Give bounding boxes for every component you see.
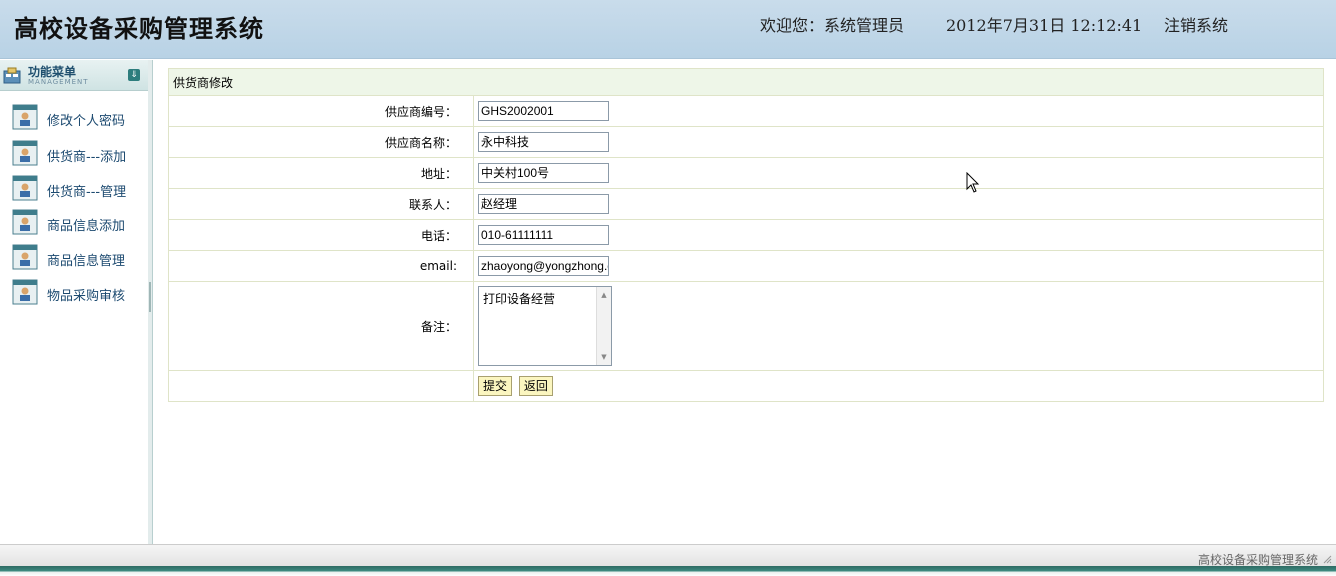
sidebar-item-label: 供货商---管理	[47, 185, 127, 200]
menu-header: 功能菜单 MANAGEMENT ⇓	[0, 60, 148, 91]
logout-link[interactable]: 注销系统	[1164, 12, 1228, 36]
field-label: 备注：	[168, 281, 474, 371]
user-doc-icon	[12, 140, 38, 166]
splitter-grip[interactable]	[149, 282, 151, 312]
user-doc-icon	[12, 175, 38, 201]
form-row: 供应商名称： 永中科技	[168, 126, 1324, 158]
user-doc-icon	[12, 209, 38, 235]
textarea-scrollbar[interactable]: ▲ ▼	[596, 287, 611, 365]
supplier-edit-form: 供货商修改 供应商编号： GHS2002001 供应商名称： 永中科技 地址： …	[168, 68, 1324, 402]
remarks-text: 打印设备经营	[483, 292, 556, 306]
remarks-textarea[interactable]: 打印设备经营 ▲ ▼	[478, 286, 612, 366]
sidebar-item-purchase-review[interactable]: 物品采购审核	[12, 279, 142, 307]
field-label: 电话：	[168, 219, 474, 251]
scroll-down-icon[interactable]: ▼	[597, 351, 611, 363]
form-row: 电话： 010-61111111	[168, 219, 1324, 251]
resize-grip-icon[interactable]	[1322, 554, 1332, 564]
sidebar-item-label: 商品信息添加	[47, 219, 126, 234]
sidebar-item-supplier-manage[interactable]: 供货商---管理	[12, 175, 142, 203]
user-doc-icon	[12, 104, 38, 130]
header-bar: 高校设备采购管理系统 欢迎您：系统管理员 2012年7月31日 12:12:41…	[0, 0, 1336, 59]
main-content: 供货商修改 供应商编号： GHS2002001 供应商名称： 永中科技 地址： …	[168, 68, 1324, 402]
field-label: 地址：	[168, 157, 474, 189]
form-row: 供应商编号： GHS2002001	[168, 95, 1324, 127]
user-doc-icon	[12, 244, 38, 270]
sidebar-item-label: 物品采购审核	[47, 289, 126, 304]
form-row: 备注： 打印设备经营 ▲ ▼	[168, 281, 1324, 371]
sidebar-item-label: 修改个人密码	[47, 114, 126, 129]
user-doc-icon	[12, 279, 38, 305]
field-label: 供应商名称：	[168, 126, 474, 158]
menu-icon	[3, 67, 21, 84]
supplier-id-field[interactable]: GHS2002001	[478, 101, 609, 121]
field-label: 联系人：	[168, 188, 474, 220]
form-row: 联系人： 赵经理	[168, 188, 1324, 220]
welcome-text: 欢迎您：系统管理员	[760, 16, 905, 35]
field-label: 供应商编号：	[168, 95, 474, 127]
email-field[interactable]: zhaoyong@yongzhong.com	[478, 256, 609, 276]
back-button[interactable]: 返回	[518, 376, 553, 396]
double-chevron-down-icon[interactable]: ⇓	[128, 69, 140, 81]
sidebar: 功能菜单 MANAGEMENT ⇓ 修改个人密码 供货商---添加 供货商---…	[0, 60, 149, 544]
form-row: 地址： 中关村100号	[168, 157, 1324, 189]
address-field[interactable]: 中关村100号	[478, 163, 609, 183]
menu-subtitle: MANAGEMENT	[28, 78, 89, 86]
form-row: email: zhaoyong@yongzhong.com	[168, 250, 1324, 282]
form-caption: 供货商修改	[168, 68, 1324, 96]
phone-field[interactable]: 010-61111111	[478, 225, 609, 245]
sidebar-item-goods-manage[interactable]: 商品信息管理	[12, 244, 142, 272]
sidebar-item-goods-add[interactable]: 商品信息添加	[12, 209, 142, 237]
mouse-pointer-icon	[966, 172, 980, 193]
submit-button[interactable]: 提交	[478, 376, 513, 396]
sidebar-item-label: 供货商---添加	[47, 150, 127, 165]
sidebar-item-change-password[interactable]: 修改个人密码	[12, 104, 142, 132]
scroll-up-icon[interactable]: ▲	[597, 289, 611, 301]
footer-bar: 高校设备采购管理系统	[0, 544, 1336, 567]
sidebar-splitter[interactable]	[148, 60, 153, 544]
bottom-accent-bar	[0, 566, 1336, 576]
app-title: 高校设备采购管理系统	[14, 14, 264, 43]
datetime-text: 2012年7月31日 12:12:41	[946, 16, 1143, 35]
sidebar-item-supplier-add[interactable]: 供货商---添加	[12, 140, 142, 168]
field-label: email:	[168, 250, 474, 282]
supplier-name-field[interactable]: 永中科技	[478, 132, 609, 152]
form-actions-row: 提交 返回	[168, 370, 1324, 402]
sidebar-item-label: 商品信息管理	[47, 254, 126, 269]
contact-field[interactable]: 赵经理	[478, 194, 609, 214]
